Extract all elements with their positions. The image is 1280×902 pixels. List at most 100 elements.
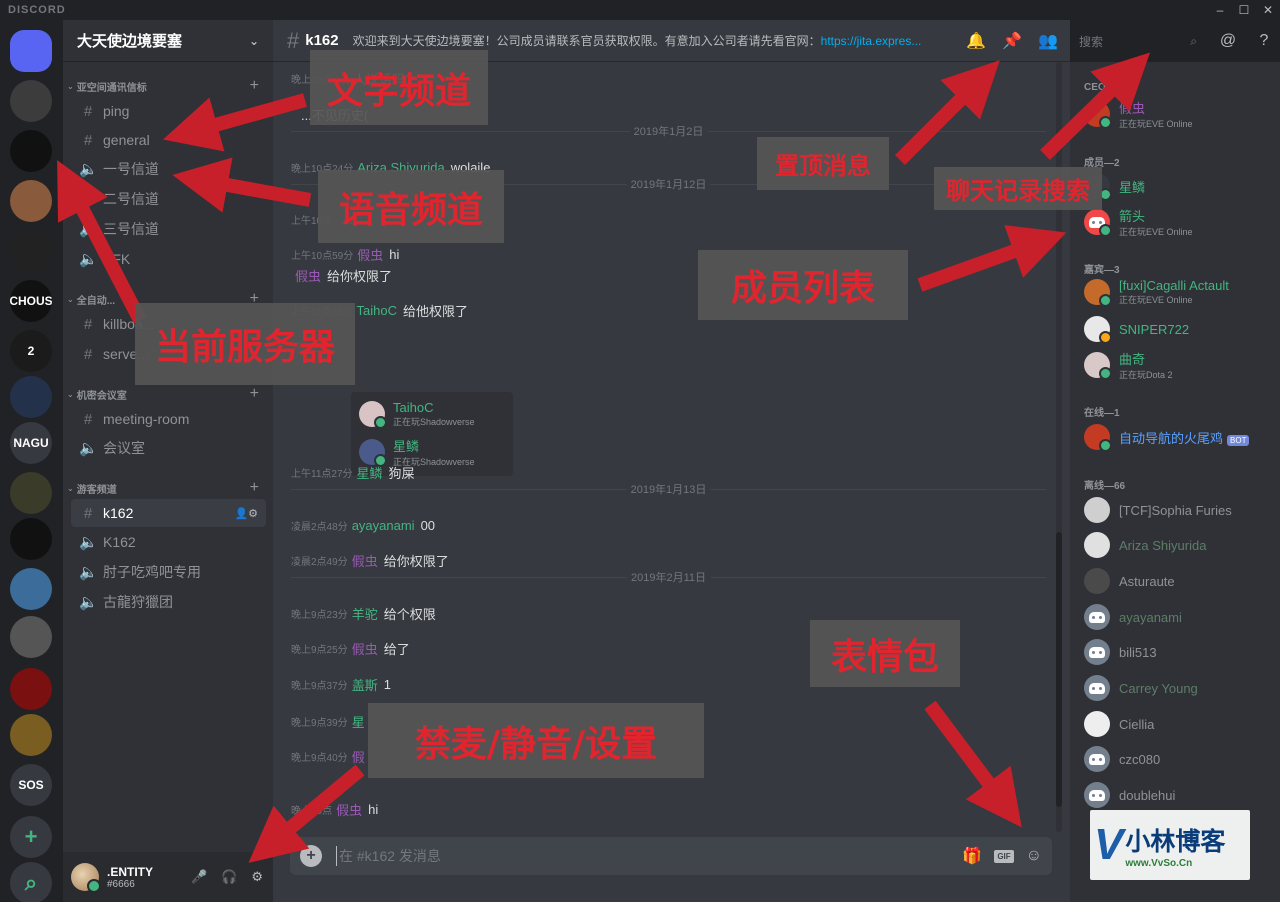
member-item[interactable]: 曲奇 正在玩Dota 2 <box>1084 348 1274 382</box>
voice-channel-1[interactable]: 🔈 一号信道 <box>71 155 266 183</box>
message-author[interactable]: 假虫 <box>352 639 378 658</box>
add-channel-icon[interactable]: + <box>250 385 259 403</box>
message-author[interactable]: 假虫 <box>336 800 362 819</box>
message-author[interactable]: 盖斯 <box>352 675 378 694</box>
headphones-icon[interactable]: 🎧 <box>221 869 237 885</box>
member-item[interactable]: 星鳞 <box>1084 169 1274 203</box>
add-attachment-icon[interactable]: + <box>300 845 322 867</box>
member-item[interactable]: 箭头 正在玩EVE Online <box>1084 205 1274 239</box>
channel-settings-icon[interactable]: 👤⚙ <box>234 507 258 520</box>
category-header[interactable]: ⌄ 游客频道 + <box>63 479 273 497</box>
annotation-voice-channels: 语音频道 <box>318 170 504 243</box>
message-timestamp: 晚上9点39分 <box>291 717 348 729</box>
scrollbar-thumb[interactable] <box>1056 532 1062 807</box>
message-author[interactable]: ayayanami <box>352 518 415 533</box>
message-author[interactable]: 假虫 <box>357 245 383 264</box>
member-name: Carrey Young <box>1119 681 1198 696</box>
member-group-header: 在线—1 <box>1084 408 1120 419</box>
member-item[interactable]: SNIPER722 <box>1084 312 1274 346</box>
member-item[interactable]: Carrey Young <box>1084 671 1274 705</box>
server-icon[interactable] <box>10 376 52 418</box>
message-input[interactable]: 在 #k162 发消息 <box>336 846 441 866</box>
server-icon[interactable]: 2 <box>10 330 52 372</box>
member-item[interactable]: 假虫 正在玩EVE Online <box>1084 97 1274 131</box>
channel-k162[interactable]: # k162 👤⚙ <box>71 499 266 527</box>
discord-home-button[interactable] <box>10 30 52 72</box>
server-icon[interactable] <box>10 616 52 658</box>
members-icon[interactable]: 👥 <box>1037 31 1059 51</box>
member-item[interactable]: Ariza Shiyurida <box>1084 528 1274 562</box>
pin-icon[interactable]: 📌 <box>1001 31 1023 51</box>
add-channel-icon[interactable]: + <box>250 77 259 95</box>
server-icon[interactable]: NAGU <box>10 422 52 464</box>
avatar <box>1084 497 1110 523</box>
server-icon[interactable] <box>10 518 52 560</box>
voice-channel-meeting[interactable]: 🔈 会议室 <box>71 434 266 462</box>
gift-icon[interactable]: 🎁 <box>962 846 982 866</box>
server-icon[interactable] <box>10 472 52 514</box>
bell-icon[interactable]: 🔔 <box>965 31 987 51</box>
message-author[interactable]: 星 <box>352 712 365 731</box>
channel-ping[interactable]: # ping <box>71 97 266 125</box>
guild-header[interactable]: 大天使边境要塞 ⌄ <box>63 20 273 62</box>
message-timestamp: 晚上9点25分 <box>291 644 348 656</box>
add-channel-icon[interactable]: + <box>250 479 259 497</box>
server-icon[interactable] <box>10 180 52 222</box>
maximize-icon[interactable]: ☐ <box>1232 0 1256 20</box>
search-input[interactable]: 搜索 ⌕ <box>1073 30 1203 52</box>
explore-servers-button[interactable]: ⌕ <box>10 862 52 902</box>
gif-icon[interactable]: GIF <box>994 849 1014 863</box>
emoji-icon[interactable]: ☺ <box>1026 847 1042 865</box>
message-author[interactable]: 星鳞 <box>357 463 383 482</box>
voice-channel-hunters[interactable]: 🔈 古龍狩獵团 <box>71 588 266 616</box>
message-author[interactable]: 假 <box>352 747 365 766</box>
member-item[interactable]: Asturaute <box>1084 564 1274 598</box>
help-icon[interactable]: ? <box>1253 32 1275 50</box>
server-icon[interactable] <box>10 130 52 172</box>
server-icon[interactable]: SOS <box>10 764 52 806</box>
channel-meeting-room[interactable]: # meeting-room <box>71 405 266 433</box>
voice-channel-afk[interactable]: 🔈 AFK <box>71 245 266 273</box>
category-header[interactable]: ⌄ 机密会议室 + <box>63 385 273 403</box>
message-text: 给个权限 <box>383 606 436 622</box>
message-text: 给你权限了 <box>383 553 449 569</box>
avatar[interactable] <box>71 863 101 893</box>
avatar <box>1084 209 1112 237</box>
minimize-icon[interactable]: – <box>1208 0 1232 20</box>
member-item[interactable]: doublehui <box>1084 778 1274 812</box>
server-icon[interactable] <box>10 568 52 610</box>
voice-channel-2[interactable]: 🔈 二号信道 <box>71 185 266 213</box>
voice-channel-k162[interactable]: 🔈 K162 <box>71 528 266 556</box>
server-icon[interactable]: CHOUS <box>10 280 52 322</box>
member-item[interactable]: [fuxi]Cagalli Actault 正在玩EVE Online <box>1084 275 1274 309</box>
guild-name: 大天使边境要塞 <box>77 33 183 50</box>
member-item[interactable]: ayayanami <box>1084 600 1274 634</box>
message-timestamp: 上午11点27分 <box>291 468 353 480</box>
voice-channel-chicken[interactable]: 🔈 肘子吃鸡吧专用 <box>71 558 266 586</box>
message-author[interactable]: 假虫 <box>352 551 378 570</box>
gear-icon[interactable]: ⚙ <box>251 869 263 885</box>
server-icon[interactable] <box>10 668 52 710</box>
close-icon[interactable]: ✕ <box>1256 0 1280 20</box>
hash-icon: # <box>83 410 93 428</box>
member-item[interactable]: Ciellia <box>1084 707 1274 741</box>
message-author[interactable]: 羊驼 <box>352 604 378 623</box>
server-icon[interactable] <box>10 714 52 756</box>
topic-link[interactable]: https://jita.expres... <box>821 34 922 48</box>
message-author[interactable]: 假虫 <box>295 266 321 285</box>
server-icon[interactable] <box>10 80 52 122</box>
member-item[interactable]: bili513 <box>1084 635 1274 669</box>
category-header[interactable]: ⌄ 亚空间通讯信标 + <box>63 77 273 95</box>
voice-channel-3[interactable]: 🔈 三号信道 <box>71 215 266 243</box>
microphone-icon[interactable]: 🎤 <box>191 869 207 885</box>
member-name-text: ayayanami <box>1119 609 1182 625</box>
channel-general[interactable]: # general <box>71 126 266 154</box>
member-item[interactable]: [TCF]Sophia Furies <box>1084 493 1274 527</box>
mention-icon[interactable]: @ <box>1217 32 1239 50</box>
add-server-button[interactable]: + <box>10 816 52 858</box>
message-author[interactable]: TaihoC <box>357 303 397 318</box>
member-item[interactable]: 自动导航的火尾鸡 BOT <box>1084 420 1274 454</box>
member-item[interactable]: czc080 <box>1084 742 1274 776</box>
server-icon[interactable] <box>10 230 52 272</box>
member-name: Asturaute <box>1119 574 1175 589</box>
